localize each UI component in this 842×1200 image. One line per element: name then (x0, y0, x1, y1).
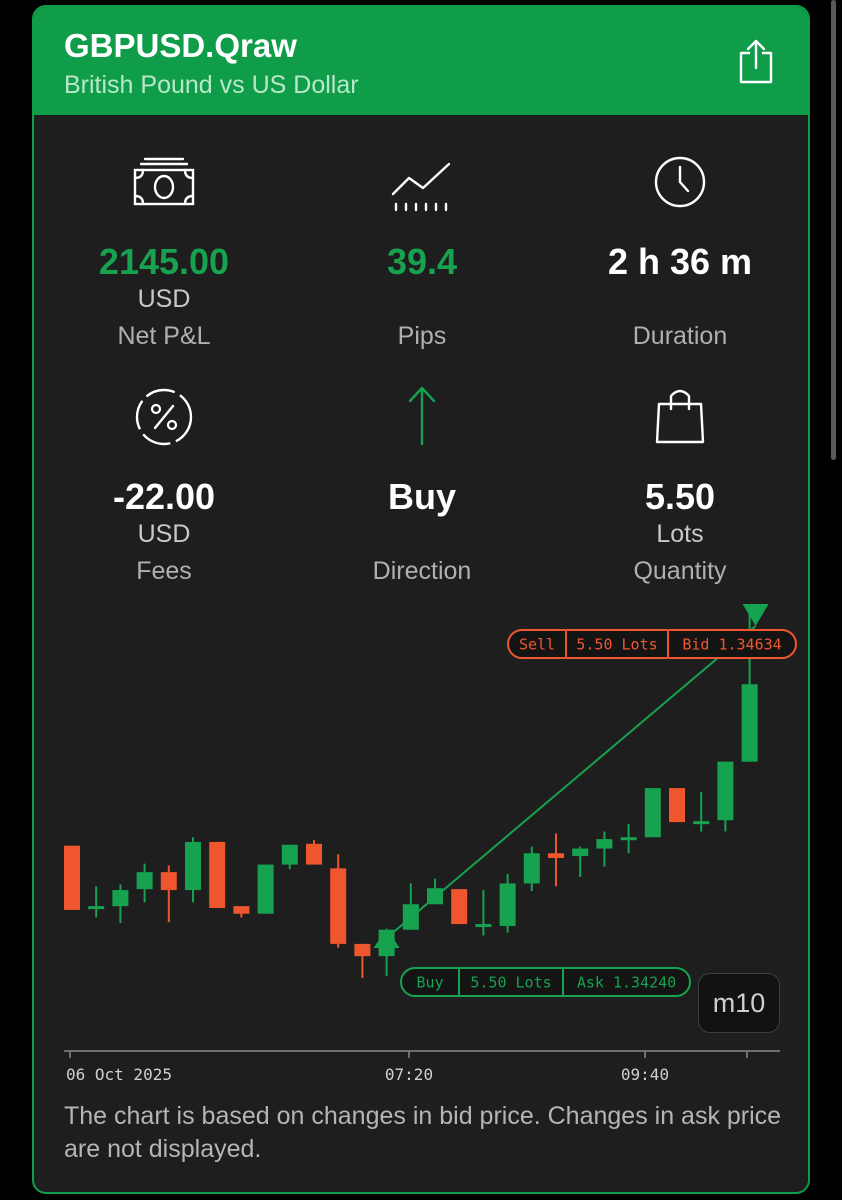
candle-body (572, 848, 589, 857)
timeframe-button[interactable]: m10 (698, 973, 780, 1033)
candle-body (475, 924, 492, 928)
net-pl-label: Net P&L (117, 322, 211, 350)
candle-body (669, 788, 685, 823)
banknote-icon (133, 157, 195, 206)
candle-body (693, 821, 710, 825)
candle (88, 886, 105, 918)
candle (330, 854, 347, 948)
candle-body (451, 889, 468, 925)
candle (620, 823, 637, 854)
clock-icon (654, 156, 706, 208)
candle-body (741, 684, 758, 762)
fees-unit: USD (137, 520, 191, 548)
price-chart[interactable]: Sell 5.50 Lots Bid 1.34634 Buy 5.50 Lots Ask … (34, 592, 810, 1092)
axis-tick-label: 06 Oct 2025 (66, 1065, 172, 1084)
duration-value: 2 h 36 m (607, 241, 753, 282)
candle-body (160, 872, 177, 891)
symbol-header: GBPUSD.Qraw British Pound vs US Dollar (34, 7, 808, 115)
exit-label-text: Sell (519, 636, 555, 654)
share-icon[interactable] (736, 39, 776, 85)
candle (548, 833, 564, 887)
percent-icon (135, 388, 193, 446)
symbol-title: GBPUSD.Qraw (64, 27, 297, 64)
candle (209, 841, 226, 909)
candle (596, 831, 613, 867)
candle-body (548, 853, 564, 858)
candle (354, 943, 371, 978)
candle-body (354, 943, 371, 957)
candle (136, 863, 153, 903)
entry-label-text: Ask 1.34240 (577, 974, 676, 992)
candle-body (499, 883, 516, 926)
trade-detail-card: GBPUSD.Qraw British Pound vs US Dollar 2… (32, 5, 810, 1194)
duration-label: Duration (632, 322, 728, 350)
trade-line-layer (385, 625, 757, 939)
candle (572, 846, 589, 877)
trend-chart-icon (391, 162, 451, 212)
candle-body (281, 844, 298, 865)
candle (475, 890, 492, 936)
candle-body (717, 761, 734, 821)
entry-label: Buy 5.50 Lots Ask 1.34240 (400, 967, 691, 997)
candle-body (185, 841, 201, 891)
candle (257, 864, 274, 914)
net-pl-unit: USD (137, 285, 191, 313)
candles-layer (64, 604, 758, 978)
candle (64, 845, 80, 910)
quantity-value: 5.50 (644, 476, 716, 517)
candle (185, 837, 201, 903)
sell-arrow-marker (742, 604, 769, 626)
candle-body (596, 839, 613, 849)
candle (451, 889, 468, 925)
candle (717, 761, 734, 832)
candle-body (233, 906, 250, 914)
candle (306, 840, 322, 865)
entry-label-text: 5.50 Lots (470, 974, 551, 992)
fees-value: -22.00 (112, 476, 216, 517)
candle (233, 906, 250, 918)
candle-body (620, 837, 637, 841)
candle (112, 884, 129, 924)
candle (523, 846, 540, 892)
entry-label-text: Buy (416, 974, 443, 992)
candle (499, 874, 516, 933)
candle (644, 788, 661, 838)
candle-body (88, 906, 105, 910)
candle-body (330, 868, 347, 944)
direction-label: Direction (372, 557, 472, 585)
pips-value: 39.4 (386, 241, 458, 282)
exit-label-text: Bid 1.34634 (682, 636, 781, 654)
candle-body (136, 872, 153, 890)
candle-body (112, 890, 129, 907)
fees-label: Fees (136, 557, 192, 585)
candle-body (64, 845, 80, 910)
candle (281, 844, 298, 870)
candle-body (523, 853, 540, 884)
net-pl-value: 2145.00 (98, 241, 230, 282)
candle-body (209, 841, 226, 909)
exit-label: Sell 5.50 Lots Bid 1.34634 (507, 629, 797, 659)
candle (669, 788, 685, 823)
axis-tick-label: 09:40 (621, 1065, 669, 1084)
candle (160, 865, 177, 923)
quantity-label: Quantity (633, 557, 727, 585)
candle-body (306, 843, 322, 865)
candle-body (257, 864, 274, 914)
quantity-unit: Lots (656, 520, 704, 548)
candle-body (644, 788, 661, 838)
exit-label-text: 5.50 Lots (576, 636, 657, 654)
axis-tick-label: 07:20 (385, 1065, 433, 1084)
candle (741, 604, 758, 762)
time-axis: 06 Oct 2025 07:20 09:40 (64, 1050, 780, 1084)
page-scrollbar[interactable] (831, 0, 836, 460)
direction-value: Buy (387, 476, 456, 517)
symbol-subtitle: British Pound vs US Dollar (64, 71, 359, 99)
chart-footnote: The chart is based on changes in bid pri… (64, 1102, 782, 1163)
entry-exit-line (385, 625, 757, 939)
candle (693, 791, 710, 832)
pips-label: Pips (397, 322, 447, 350)
shopping-bag-icon (655, 389, 705, 444)
arrow-up-icon (408, 386, 436, 446)
